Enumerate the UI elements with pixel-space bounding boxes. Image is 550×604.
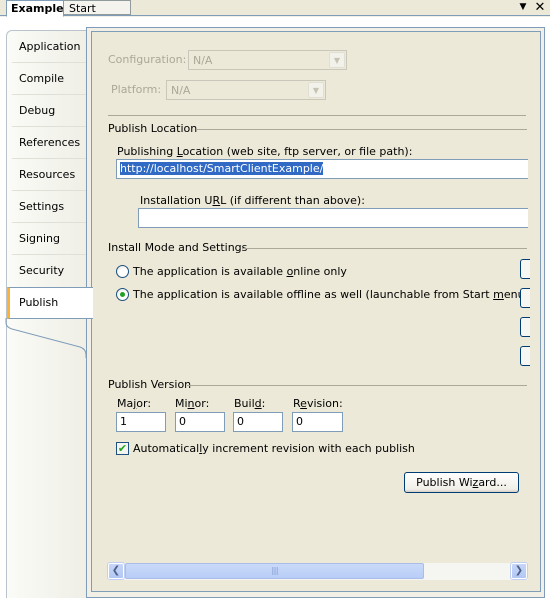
- minor-input[interactable]: 0: [175, 412, 225, 432]
- nav-item-label: Resources: [19, 168, 76, 181]
- window-list-dropdown-icon[interactable]: ▼: [516, 0, 530, 15]
- nav-item-label: Debug: [19, 104, 56, 117]
- platform-label: Platform:: [111, 83, 162, 96]
- offline-label: The application is available offline as …: [133, 288, 529, 301]
- group-divider: [187, 385, 527, 386]
- auto-increment-label: Automatically increment revision with ea…: [133, 442, 415, 455]
- publish-location-group-title: Publish Location: [108, 122, 198, 135]
- tab-start-page[interactable]: Start Page: [64, 0, 131, 30]
- prerequisites-button[interactable]: [520, 288, 530, 308]
- configuration-value: N/A: [193, 54, 213, 67]
- nav-item-security[interactable]: Security: [7, 255, 93, 287]
- online-only-label: The application is available online only: [133, 265, 347, 278]
- publish-wizard-button[interactable]: Publish Wizard...: [404, 472, 519, 493]
- major-label: Major:: [117, 397, 152, 410]
- nav-item-publish[interactable]: Publish: [7, 287, 93, 319]
- publishing-location-input[interactable]: http://localhost/SmartClientExample/: [116, 159, 528, 179]
- configuration-select[interactable]: N/A ▼: [188, 50, 347, 70]
- nav-tab-curve: [5, 318, 87, 358]
- nav-item-debug[interactable]: Debug: [7, 95, 93, 127]
- group-divider: [242, 248, 527, 249]
- nav-item-references[interactable]: References: [7, 127, 93, 159]
- revision-input[interactable]: 0: [292, 412, 343, 432]
- publish-page: Configuration: N/A ▼ Platform: N/A ▼ Pub…: [91, 31, 541, 592]
- options-button[interactable]: [520, 346, 530, 366]
- publish-version-group-title: Publish Version: [108, 378, 192, 391]
- installation-url-input[interactable]: [138, 208, 528, 228]
- tab-example[interactable]: Example: [6, 0, 64, 17]
- offline-radio[interactable]: [116, 288, 129, 301]
- revision-value: 0: [296, 415, 303, 428]
- nav-item-label: Signing: [19, 232, 61, 245]
- revision-label: Revision:: [293, 397, 343, 410]
- publishing-location-value: http://localhost/SmartClientExample/: [120, 162, 324, 175]
- platform-value: N/A: [171, 84, 191, 97]
- application-files-button[interactable]: [520, 259, 530, 279]
- platform-select[interactable]: N/A ▼: [166, 80, 326, 100]
- check-icon: ✔: [117, 442, 128, 455]
- major-input[interactable]: 1: [116, 412, 166, 432]
- publishing-location-label: Publishing Location (web site, ftp serve…: [117, 145, 413, 158]
- build-value: 0: [237, 415, 244, 428]
- online-only-radio[interactable]: [116, 265, 129, 278]
- nav-item-label: Compile: [19, 72, 64, 85]
- close-tab-icon[interactable]: ✕: [533, 0, 547, 15]
- nav-item-label: Settings: [19, 200, 65, 213]
- nav-item-label: Application: [19, 40, 81, 53]
- nav-item-label: References: [19, 136, 81, 149]
- scroll-right-arrow-icon[interactable]: ❯: [510, 562, 528, 580]
- nav-item-signing[interactable]: Signing: [7, 223, 93, 255]
- scroll-left-arrow-icon[interactable]: ❮: [107, 562, 125, 580]
- nav-item-compile[interactable]: Compile: [7, 63, 93, 95]
- configuration-label: Configuration:: [108, 53, 187, 66]
- install-mode-group-title: Install Mode and Settings: [108, 241, 248, 254]
- chevron-down-icon: ▼: [329, 52, 345, 68]
- major-value: 1: [120, 415, 127, 428]
- auto-increment-checkbox[interactable]: ✔: [116, 442, 129, 455]
- updates-button[interactable]: [520, 317, 530, 337]
- nav-item-settings[interactable]: Settings: [7, 191, 93, 223]
- divider: [108, 115, 526, 116]
- nav-item-application[interactable]: Application: [7, 31, 93, 63]
- minor-label: Minor:: [175, 397, 210, 410]
- group-divider: [197, 129, 527, 130]
- build-label: Build:: [234, 397, 266, 410]
- nav-item-label: Security: [19, 264, 65, 277]
- nav-item-resources[interactable]: Resources: [7, 159, 93, 191]
- scrollbar-thumb[interactable]: ||||: [125, 563, 424, 579]
- chevron-down-icon: ▼: [308, 82, 324, 98]
- property-pages-nav: Application Compile Debug References Res…: [6, 30, 93, 598]
- build-input[interactable]: 0: [233, 412, 283, 432]
- nav-item-label: Publish: [19, 296, 59, 309]
- minor-value: 0: [179, 415, 186, 428]
- horizontal-scrollbar[interactable]: ❮ |||| ❯: [107, 562, 528, 580]
- installation-url-label: Installation URL (if different than abov…: [140, 194, 365, 207]
- document-tab-strip: Example Start Page ▼ ✕: [0, 0, 550, 30]
